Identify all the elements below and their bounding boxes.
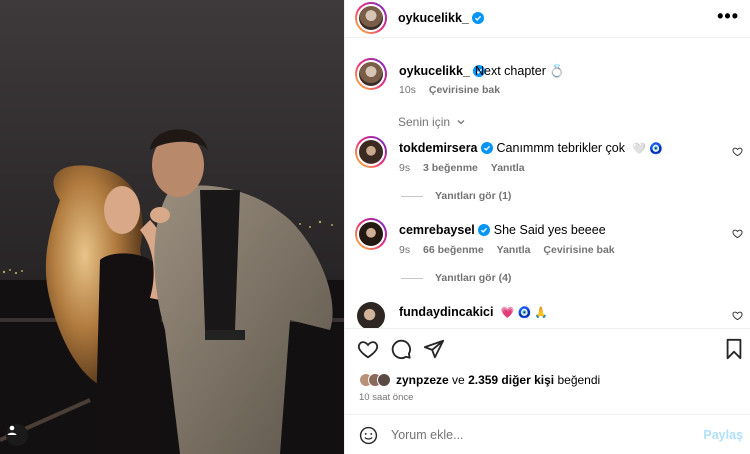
first-liker-username[interactable]: zynpzeze xyxy=(396,373,449,387)
commenter-avatar[interactable] xyxy=(357,302,385,328)
verified-badge-icon xyxy=(471,12,484,27)
comment-meta: 9s 66 beğenme Yanıtla Çevirisine bak xyxy=(399,244,615,256)
post-action-bar xyxy=(345,334,750,364)
comment-like-count[interactable]: 66 beğenme xyxy=(423,244,484,256)
emoji-picker-icon[interactable] xyxy=(359,426,378,448)
comment-like-heart-icon[interactable] xyxy=(732,228,743,242)
author-username[interactable]: oykucelikk_ xyxy=(398,11,469,25)
comment-item: cemrebaysel She Said yes beeee 9s 66 beğ… xyxy=(345,218,750,298)
comments-divider xyxy=(345,328,750,329)
caption-text: Next chapter xyxy=(475,64,546,78)
comment-like-heart-icon[interactable] xyxy=(732,310,743,324)
comment-translate-link[interactable]: Çevirisine bak xyxy=(543,244,614,256)
other-likers-count[interactable]: 2.359 diğer kişi xyxy=(468,373,554,387)
caption-meta: 10s Çevirisine bak xyxy=(399,84,500,96)
post-comment-button[interactable]: Paylaş xyxy=(703,428,743,442)
view-replies-label: Yanıtları gör (4) xyxy=(435,272,512,284)
verified-badge-icon xyxy=(480,142,493,157)
caption-text-group: Next chapter 💍 xyxy=(475,64,565,79)
post-timestamp[interactable]: 10 saat önce xyxy=(359,392,413,403)
comment-input[interactable] xyxy=(391,425,691,445)
commenter-username[interactable]: cemrebaysel xyxy=(399,223,475,237)
comment-like-count[interactable]: 3 beğenme xyxy=(423,162,478,174)
more-options-icon[interactable]: ••• xyxy=(717,7,739,25)
likes-suffix: beğendi xyxy=(557,373,601,387)
comment-filter-dropdown[interactable]: Senin için xyxy=(398,115,466,129)
reply-button[interactable]: Yanıtla xyxy=(491,162,525,174)
comment-text: She Said yes beeee xyxy=(493,223,606,237)
share-icon[interactable] xyxy=(423,338,445,363)
caption-translate-link[interactable]: Çevirisine bak xyxy=(429,84,500,96)
comment-body: tokdemirsera Canımmm tebrikler çok 🤍 🧿 xyxy=(399,141,663,157)
commenter-avatar[interactable] xyxy=(355,218,387,250)
comment-meta: 9s 3 beğenme Yanıtla xyxy=(399,162,525,174)
likes-summary[interactable]: zynpzeze ve 2.359 diğer kişi beğendi xyxy=(359,370,600,390)
comment-time[interactable]: 9s xyxy=(399,162,410,174)
commenter-username[interactable]: fundaydincakici xyxy=(399,305,493,319)
post-photo[interactable] xyxy=(0,0,344,454)
comment-like-heart-icon[interactable] xyxy=(732,146,743,160)
author-name-group: oykucelikk_ xyxy=(398,11,484,27)
post-details-pane: oykucelikk_ ••• oykucelikk_ Next chapter… xyxy=(344,0,750,454)
photo-illustration xyxy=(0,0,344,454)
view-replies-button[interactable]: Yanıtları gör (1) xyxy=(401,190,511,202)
verified-badge-icon xyxy=(477,224,490,239)
ring-emoji: 💍 xyxy=(549,64,565,78)
likes-connector: ve xyxy=(452,373,465,387)
comment-body: cemrebaysel She Said yes beeee xyxy=(399,223,606,239)
comment-item: tokdemirsera Canımmm tebrikler çok 🤍 🧿 9… xyxy=(345,136,750,216)
view-replies-button[interactable]: Yanıtları gör (4) xyxy=(401,272,511,284)
author-avatar[interactable] xyxy=(355,2,387,34)
comment-emojis: 🤍 🧿 xyxy=(632,143,663,155)
replies-divider-line xyxy=(401,277,423,279)
comment-item: fundaydincakici 💗 🧿 🙏 xyxy=(345,302,750,328)
comment-body: fundaydincakici 💗 🧿 🙏 xyxy=(399,305,548,319)
replies-divider-line xyxy=(401,195,423,197)
bookmark-icon[interactable] xyxy=(724,338,744,363)
likes-text: zynpzeze ve 2.359 diğer kişi beğendi xyxy=(396,373,600,387)
post-header: oykucelikk_ ••• xyxy=(345,0,750,38)
commenter-avatar[interactable] xyxy=(355,136,387,168)
caption-author-avatar[interactable] xyxy=(355,58,387,90)
chevron-down-icon xyxy=(457,120,465,125)
comment-filter-label: Senin için xyxy=(398,115,451,129)
tagged-users-icon[interactable] xyxy=(6,424,28,446)
comment-text: Canımmm tebrikler çok xyxy=(496,141,626,155)
comment-composer: Paylaş xyxy=(345,414,750,454)
caption-author-group: oykucelikk_ xyxy=(399,64,485,80)
caption-time[interactable]: 10s xyxy=(399,84,416,96)
heart-icon[interactable] xyxy=(357,338,379,363)
commenter-username[interactable]: tokdemirsera xyxy=(399,141,478,155)
liker-avatar xyxy=(377,373,391,387)
view-replies-label: Yanıtları gör (1) xyxy=(435,190,512,202)
comment-time[interactable]: 9s xyxy=(399,244,410,256)
reply-button[interactable]: Yanıtla xyxy=(497,244,531,256)
comment-icon[interactable] xyxy=(390,338,412,363)
comment-emojis: 💗 🧿 🙏 xyxy=(500,307,549,319)
caption-username[interactable]: oykucelikk_ xyxy=(399,64,470,78)
